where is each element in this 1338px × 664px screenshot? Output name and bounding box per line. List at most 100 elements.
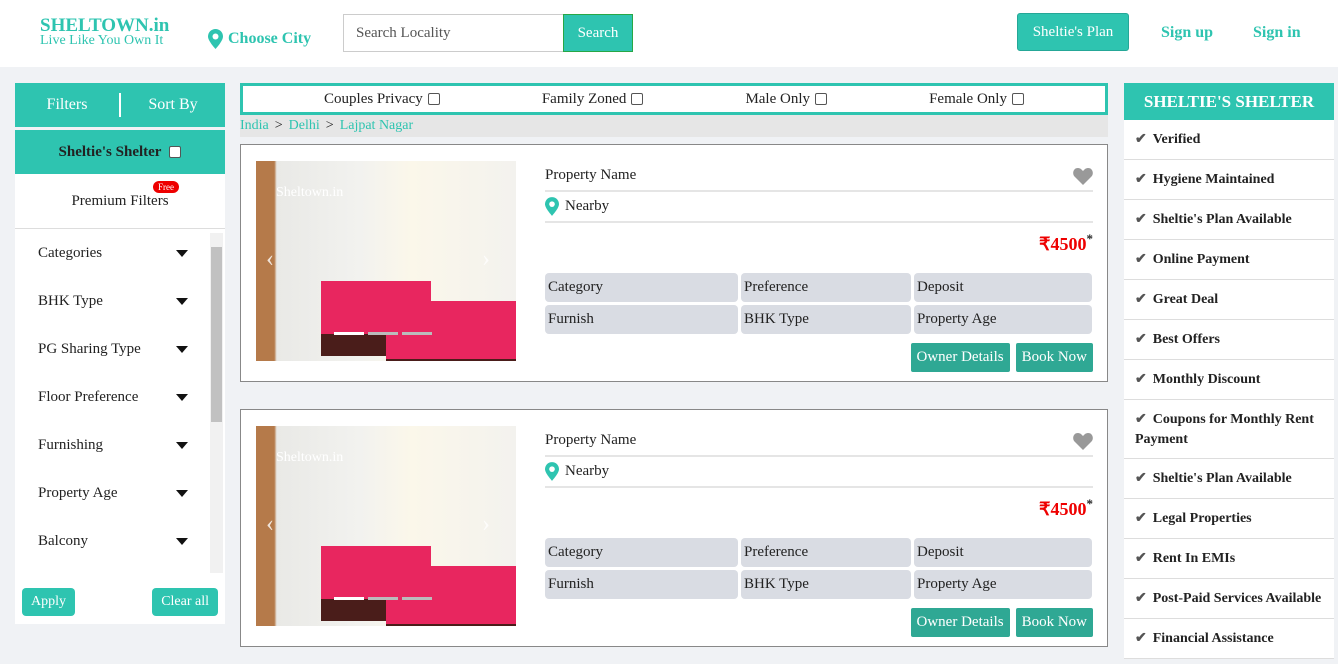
- property-attribute: Category: [545, 538, 738, 567]
- preference-option[interactable]: Male Only: [745, 90, 828, 108]
- chevron-left-icon[interactable]: ‹: [266, 511, 274, 538]
- clear-all-button[interactable]: Clear all: [152, 587, 218, 616]
- property-attribute: Deposit: [914, 273, 1092, 302]
- preference-checkbox[interactable]: [631, 93, 644, 105]
- filter-dropdown[interactable]: Categories: [15, 229, 225, 277]
- sign-up-link[interactable]: Sign up: [1161, 24, 1213, 42]
- feature-label: Rent In EMIs: [1152, 551, 1236, 566]
- feature-item: ✔ Coupons for Monthly Rent Payment: [1124, 400, 1334, 459]
- preference-option[interactable]: Family Zoned: [542, 91, 644, 108]
- sheltie-shelter-toggle[interactable]: Sheltie's Shelter: [15, 130, 225, 174]
- search-button[interactable]: Search: [563, 14, 633, 52]
- scrollbar[interactable]: [210, 233, 223, 573]
- apply-button[interactable]: Apply: [22, 587, 75, 616]
- breadcrumb-india[interactable]: India: [240, 118, 269, 134]
- sheltie-shelter-checkbox[interactable]: [169, 146, 182, 158]
- premium-filters[interactable]: Premium Filters Free: [15, 174, 225, 229]
- filter-dropdown[interactable]: Furnishing: [15, 421, 225, 469]
- feature-item: ✔ Online Payment: [1124, 240, 1334, 280]
- property-name[interactable]: Property Name: [545, 432, 636, 449]
- panel-title: SHELTIE'S SHELTER: [1124, 83, 1334, 120]
- property-image-carousel[interactable]: Sheltown.in ‹ ›: [256, 426, 516, 626]
- tab-filters[interactable]: Filters: [15, 96, 119, 114]
- chevron-right-icon[interactable]: ›: [482, 246, 490, 273]
- filter-label: Balcony: [38, 532, 88, 549]
- breadcrumb-separator: >: [325, 118, 334, 133]
- check-icon: ✔: [1135, 372, 1147, 387]
- check-icon: ✔: [1135, 412, 1147, 427]
- feature-item: ✔ Best Offers: [1124, 320, 1334, 360]
- caret-down-icon: [176, 297, 188, 305]
- feature-label: Online Payment: [1152, 252, 1250, 267]
- feature-item: ✔ Sheltie's Plan Available: [1124, 200, 1334, 240]
- check-icon: ✔: [1135, 132, 1147, 147]
- feature-item: ✔ Hygiene Maintained: [1124, 160, 1334, 200]
- preference-label: Male Only: [745, 90, 811, 107]
- property-name[interactable]: Property Name: [545, 167, 636, 184]
- filter-dropdown[interactable]: BHK Type: [15, 277, 225, 325]
- check-icon: ✔: [1135, 591, 1147, 606]
- heart-icon[interactable]: [1073, 167, 1093, 185]
- bed-graphic: [386, 566, 516, 626]
- book-now-button[interactable]: Book Now: [1015, 343, 1093, 372]
- check-icon: ✔: [1135, 332, 1147, 347]
- filter-dropdown[interactable]: Floor Preference: [15, 373, 225, 421]
- choose-city-button[interactable]: Choose City: [208, 29, 311, 49]
- owner-details-button[interactable]: Owner Details: [910, 343, 1010, 372]
- search-input[interactable]: Search Locality: [343, 14, 564, 52]
- check-icon: ✔: [1135, 252, 1147, 267]
- preference-option[interactable]: Female Only: [929, 91, 1024, 108]
- property-card[interactable]: Sheltown.in ‹ › Property Name Nearby ₹45…: [240, 144, 1108, 382]
- breadcrumb-lajpat-nagar[interactable]: Lajpat Nagar: [340, 118, 413, 134]
- caret-down-icon: [176, 489, 188, 497]
- caret-down-icon: [176, 393, 188, 401]
- sheltie-plan-button[interactable]: Sheltie's Plan: [1017, 13, 1129, 51]
- preference-checkbox[interactable]: [427, 93, 440, 105]
- logo[interactable]: SHELTOWN.in Live Like You Own It: [40, 16, 169, 48]
- filter-dropdown[interactable]: Balcony: [15, 517, 225, 565]
- feature-label: Coupons for Monthly Rent Payment: [1135, 412, 1314, 447]
- feature-item: ✔ Financial Assistance: [1124, 619, 1334, 659]
- filter-label: Categories: [38, 244, 103, 261]
- property-card[interactable]: Sheltown.in ‹ › Property Name Nearby ₹45…: [240, 409, 1108, 647]
- preference-option[interactable]: Couples Privacy: [324, 91, 440, 108]
- breadcrumb: India > Delhi > Lajpat Nagar: [240, 115, 1108, 137]
- check-icon: ✔: [1135, 292, 1147, 307]
- feature-label: Monthly Discount: [1152, 372, 1261, 387]
- feature-item: ✔ Sheltie's Plan Available: [1124, 459, 1334, 499]
- feature-item: ✔ Legal Properties: [1124, 499, 1334, 539]
- preference-checkboxes: Couples Privacy Family Zoned Male Only Fema…: [240, 83, 1108, 115]
- carousel-indicators[interactable]: [334, 597, 432, 600]
- filter-label: Floor Preference: [38, 388, 139, 405]
- preference-label: Female Only: [929, 90, 1007, 107]
- chevron-left-icon[interactable]: ‹: [266, 246, 274, 273]
- feature-label: Sheltie's Plan Available: [1152, 471, 1292, 486]
- carousel-indicators[interactable]: [334, 332, 432, 335]
- filter-dropdown[interactable]: PG Sharing Type: [15, 325, 225, 373]
- property-image-carousel[interactable]: Sheltown.in ‹ ›: [256, 161, 516, 361]
- preference-checkbox[interactable]: [1011, 93, 1024, 105]
- sign-in-link[interactable]: Sign in: [1253, 24, 1301, 42]
- heart-icon[interactable]: [1073, 432, 1093, 450]
- book-now-button[interactable]: Book Now: [1015, 608, 1093, 637]
- owner-details-button[interactable]: Owner Details: [910, 608, 1010, 637]
- caret-down-icon: [176, 249, 188, 257]
- property-attribute: Preference: [741, 538, 911, 567]
- preference-checkbox[interactable]: [815, 93, 828, 105]
- map-pin-icon: [545, 197, 559, 216]
- feature-item: ✔ Post-Paid Services Available: [1124, 579, 1334, 619]
- caret-down-icon: [176, 345, 188, 353]
- feature-item: ✔ Rent In EMIs: [1124, 539, 1334, 579]
- scrollbar-thumb[interactable]: [211, 247, 222, 422]
- filter-list: Categories BHK Type PG Sharing Type Floor P…: [15, 229, 225, 579]
- feature-label: Best Offers: [1152, 332, 1220, 347]
- nearby-label: Nearby: [565, 198, 610, 214]
- chevron-right-icon[interactable]: ›: [482, 511, 490, 538]
- check-icon: ✔: [1135, 172, 1147, 187]
- tab-sort-by[interactable]: Sort By: [121, 96, 225, 114]
- breadcrumb-delhi[interactable]: Delhi: [289, 118, 320, 134]
- check-icon: ✔: [1135, 511, 1147, 526]
- breadcrumb-separator: >: [274, 118, 283, 133]
- filter-dropdown[interactable]: Property Age: [15, 469, 225, 517]
- map-pin-icon: [208, 29, 223, 49]
